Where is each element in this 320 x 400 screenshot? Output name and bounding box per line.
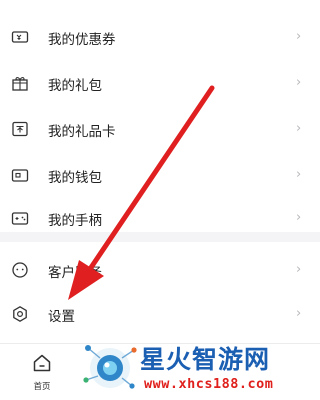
tab-home-label: 首页 xyxy=(33,382,51,392)
menu-item-customer-service[interactable]: 客户服务 › xyxy=(0,248,320,292)
coupon-icon xyxy=(10,27,30,47)
gamepad-icon xyxy=(10,208,30,228)
menu-item-settings[interactable]: 设置 › xyxy=(0,292,320,336)
menu-label-customer-service: 客户服务 xyxy=(48,265,102,281)
chevron-right-icon: › xyxy=(296,121,302,136)
section-separator xyxy=(0,232,320,242)
bottom-tab-bar: 首页 xyxy=(0,343,320,400)
customer-service-icon xyxy=(10,260,30,280)
menu-label-gift-packages: 我的礼包 xyxy=(48,78,102,94)
menu-item-coupons[interactable]: 我的优惠券 › xyxy=(0,15,320,59)
chevron-right-icon: › xyxy=(296,75,302,90)
chevron-right-icon: › xyxy=(296,167,302,182)
menu-item-gift-cards[interactable]: 我的礼品卡 › xyxy=(0,107,320,151)
gift-card-icon xyxy=(10,119,30,139)
menu-item-gift-packages[interactable]: 我的礼包 › xyxy=(0,61,320,105)
home-icon xyxy=(22,352,62,374)
menu-item-wallet[interactable]: 我的钱包 › xyxy=(0,153,320,197)
chevron-right-icon: › xyxy=(296,262,302,277)
gift-package-icon xyxy=(10,73,30,93)
menu-label-settings: 设置 xyxy=(48,309,75,325)
menu-label-gamepad: 我的手柄 xyxy=(48,213,102,229)
wallet-icon xyxy=(10,165,30,185)
tab-home[interactable]: 首页 xyxy=(22,352,62,396)
menu-label-wallet: 我的钱包 xyxy=(48,170,102,186)
menu-label-coupons: 我的优惠券 xyxy=(48,32,116,48)
chevron-right-icon: › xyxy=(296,210,302,225)
settings-icon xyxy=(10,304,30,324)
menu-label-gift-cards: 我的礼品卡 xyxy=(48,124,116,140)
chevron-right-icon: › xyxy=(296,306,302,321)
chevron-right-icon: › xyxy=(296,29,302,44)
